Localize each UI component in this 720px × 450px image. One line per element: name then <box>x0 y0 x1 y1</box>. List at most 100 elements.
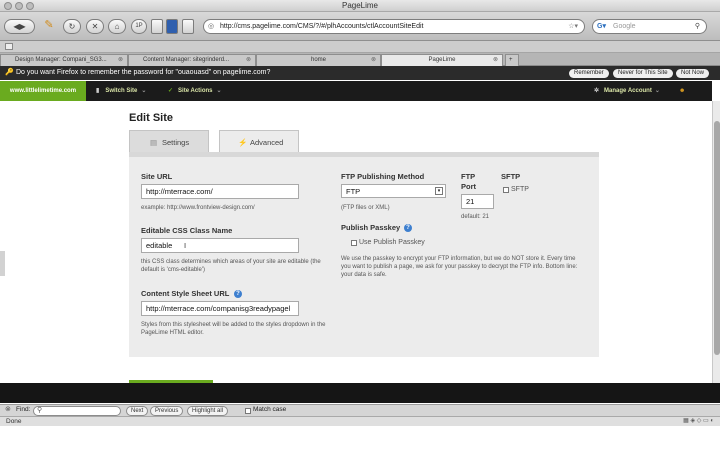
broom-icon[interactable]: ✎ <box>41 19 57 34</box>
bookmarks-bar <box>0 41 720 53</box>
stylesheet-help-icon[interactable]: ? <box>234 290 242 298</box>
site-url-help: example: http://www.frontview-design.com… <box>141 205 255 211</box>
tab-label: Content Manager: sitegrinderd... <box>143 57 230 63</box>
status-addon-icons[interactable]: ▦ ◈ ◇ ▭ ◐ <box>683 417 714 426</box>
window-titlebar: PageLime <box>0 0 720 12</box>
ftp-port-help: default: 21 <box>461 214 490 220</box>
search-input[interactable]: G▾ Google ⚲ <box>592 19 707 34</box>
google-engine-icon[interactable]: G▾ <box>597 20 606 33</box>
status-text: Done <box>6 418 22 425</box>
bookmark-extension-icon[interactable] <box>166 19 178 34</box>
navigation-toolbar: ◀▶ ✎ ↻ ✕ ⌂ 1P ◎ http://cms.pagelime.com/… <box>0 12 720 41</box>
switch-site-menu[interactable]: ▮ Switch Site ⌄ <box>96 81 146 101</box>
stylesheet-input[interactable]: http://mterrace.com/companisg3readypagel <box>141 301 299 316</box>
site-actions-label: Site Actions <box>178 88 213 94</box>
highlight-all-button[interactable]: Highlight all <box>187 406 229 416</box>
css-class-value: editable <box>146 241 173 250</box>
sftp-checkbox-label: SFTP <box>511 186 529 193</box>
passkey-help: We use the passkey to encrypt your FTP i… <box>341 256 578 278</box>
document-icon: ▤ <box>150 138 158 147</box>
reload-button[interactable]: ↻ <box>63 19 81 34</box>
close-findbar-icon[interactable]: ⊗ <box>5 405 11 413</box>
close-tab-icon[interactable]: ⊗ <box>246 55 251 66</box>
css-class-input[interactable]: editable I <box>141 238 299 253</box>
close-tab-icon[interactable]: ⊗ <box>118 55 123 66</box>
not-now-button[interactable]: Not Now <box>676 69 710 78</box>
tools-extension-icon[interactable] <box>182 19 194 34</box>
tab-design-manager[interactable]: Design Manager: Compani_SG3... ⊗ <box>0 54 128 66</box>
forward-arrow-icon: ▶ <box>19 22 26 31</box>
tab-settings[interactable]: ▤ Settings <box>129 130 209 153</box>
switch-site-label: Switch Site <box>105 88 138 94</box>
find-next-button[interactable]: Next <box>126 406 149 416</box>
gear-icon: ✲ <box>594 88 600 94</box>
manage-account-label: Manage Account <box>604 88 652 94</box>
new-tab-button[interactable]: + <box>505 54 519 66</box>
passkey-help-icon[interactable]: ? <box>404 224 412 232</box>
tab-advanced[interactable]: ⚡ Advanced <box>219 130 299 153</box>
stylesheet-label-text: Content Style Sheet URL <box>141 289 230 298</box>
checkmark-icon: ✓ <box>168 88 174 94</box>
page-indicator-button[interactable]: 1P <box>131 19 147 34</box>
chevron-down-icon: ▾ <box>435 187 443 195</box>
app-header: www.littlelimetime.com ▮ Switch Site ⌄ ✓ Si… <box>0 81 712 114</box>
tab-content-manager[interactable]: Content Manager: sitegrinderd... ⊗ <box>128 54 256 66</box>
close-tab-icon[interactable]: ⊗ <box>371 55 376 66</box>
resize-grip[interactable] <box>0 251 5 276</box>
stylesheet-label: Content Style Sheet URL <box>141 289 229 298</box>
chevron-down-icon: ⌄ <box>141 88 147 94</box>
user-avatar-icon: ☻ <box>679 88 686 94</box>
search-magnifier-icon[interactable]: ⚲ <box>695 20 700 33</box>
ftp-port-input[interactable]: 21 <box>461 194 494 209</box>
match-case-label: Match case <box>253 406 287 413</box>
bookmark-star-icon[interactable]: ☆▾ <box>568 20 578 33</box>
ftp-port-label-line1: FTP <box>461 172 476 181</box>
advanced-settings-panel: Site URL http://mterrace.com/ example: h… <box>129 152 599 357</box>
ftp-port-label: FTP Port <box>461 172 476 192</box>
tab-label: PageLime <box>428 57 456 63</box>
scrollbar-thumb[interactable] <box>714 121 720 355</box>
close-tab-icon[interactable]: ⊗ <box>493 55 498 66</box>
url-text: http://cms.pagelime.com/CMS/?/#/plhAccou… <box>220 23 424 30</box>
tab-label: Design Manager: Compani_SG3... <box>15 57 107 63</box>
sftp-checkbox[interactable] <box>503 187 509 193</box>
site-brand-link[interactable]: www.littlelimetime.com <box>0 81 86 106</box>
css-class-label: Editable CSS Class Name <box>141 226 233 235</box>
back-forward-button[interactable]: ◀▶ <box>4 19 35 34</box>
use-passkey-checkbox[interactable] <box>351 240 357 246</box>
site-url-input[interactable]: http://mterrace.com/ <box>141 184 299 199</box>
find-next-label: Next <box>131 408 144 414</box>
app-footer <box>0 383 720 403</box>
url-bar[interactable]: ◎ http://cms.pagelime.com/CMS/?/#/plhAcc… <box>203 19 585 34</box>
page-title: Edit Site <box>129 112 174 124</box>
bookmark-page-icon[interactable] <box>5 43 13 50</box>
tab-pagelime[interactable]: PageLime ⊗ <box>381 54 503 66</box>
password-notification-bar: 🔑 Do you want Firefox to remember the pa… <box>0 66 720 80</box>
ftp-method-select[interactable]: FTP ▾ <box>341 184 446 198</box>
user-menu[interactable]: ☻adam⌄ <box>679 81 712 114</box>
never-for-site-button[interactable]: Never for This Site <box>613 69 673 78</box>
vertical-scrollbar[interactable] <box>712 101 720 383</box>
stop-button[interactable]: ✕ <box>86 19 104 34</box>
use-passkey-label: Use Publish Passkey <box>359 239 425 246</box>
match-case-checkbox[interactable] <box>245 408 251 414</box>
chevron-down-icon: ⌄ <box>216 88 222 94</box>
tab-label: home <box>310 57 326 63</box>
site-actions-menu[interactable]: ✓ Site Actions ⌄ <box>168 81 222 101</box>
manage-account-menu[interactable]: ✲ Manage Account ⌄ <box>594 81 660 101</box>
home-button[interactable]: ⌂ <box>108 19 126 34</box>
reload-icon: ↻ <box>68 22 76 31</box>
ftp-method-value: FTP <box>346 187 361 196</box>
find-input[interactable]: ⚲ <box>33 406 121 416</box>
phone-icon: ▮ <box>96 88 100 94</box>
window-bottom-margin <box>0 426 720 450</box>
key-icon: 🔑 <box>5 69 14 76</box>
find-previous-label: Previous <box>155 408 179 414</box>
find-previous-button[interactable]: Previous <box>150 406 184 416</box>
extension-icon[interactable] <box>151 19 163 34</box>
remember-button[interactable]: Remember <box>569 69 609 78</box>
tab-settings-label: Settings <box>162 138 190 147</box>
tab-home[interactable]: home ⊗ <box>256 54 381 66</box>
window-title: PageLime <box>341 1 379 10</box>
site-identity-icon: ◎ <box>208 23 215 30</box>
